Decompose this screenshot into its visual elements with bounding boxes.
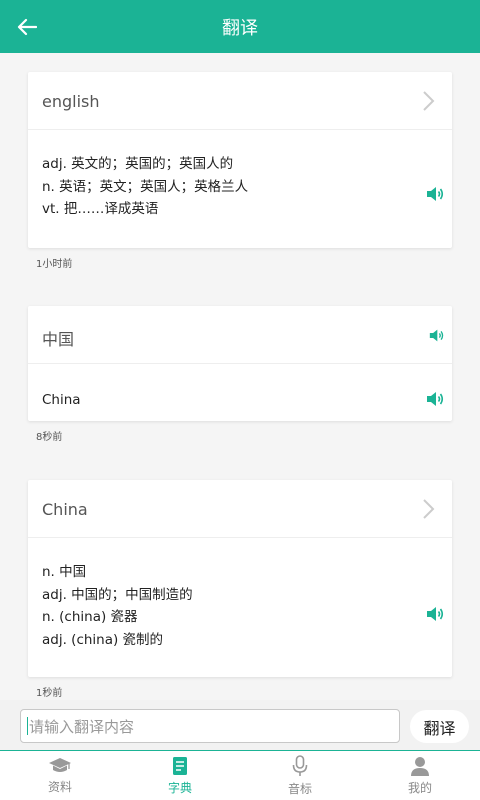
history-card[interactable]: China n. 中国 adj. 中国的；中国制造的 n. (china) 瓷器… [28, 480, 452, 677]
tab-phonetics[interactable]: 音标 [240, 751, 360, 800]
user-icon [411, 756, 429, 776]
speaker-icon[interactable] [426, 605, 444, 623]
tab-label: 我的 [407, 780, 432, 795]
speaker-icon[interactable] [426, 390, 444, 408]
translate-button[interactable]: 翻译 [410, 710, 469, 743]
text-caret [27, 717, 28, 735]
speaker-icon[interactable] [426, 185, 444, 203]
chevron-right-icon[interactable] [420, 89, 438, 113]
timestamp: 1秒前 [36, 688, 63, 699]
translate-input[interactable]: 请输入翻译内容 [20, 709, 400, 743]
tab-label: 字典 [167, 780, 192, 795]
tab-profile[interactable]: 我的 [360, 751, 480, 800]
speaker-icon[interactable] [429, 328, 444, 343]
source-word: 中国 [42, 330, 75, 349]
arrow-left-icon [17, 18, 37, 36]
back-button[interactable] [10, 10, 44, 44]
source-word: english [42, 92, 100, 111]
page-title: 翻译 [222, 17, 258, 39]
tab-materials[interactable]: 资料 [0, 751, 120, 800]
definition-line: n. (china) 瓷器 [42, 609, 138, 625]
bottom-tab-bar: 资料 字典 音标 我的 [0, 750, 480, 800]
definition-list: n. 中国 adj. 中国的；中国制造的 n. (china) 瓷器 adj. … [42, 561, 193, 651]
definition-list: adj. 英文的；英国的；英国人的 n. 英语；英文；英国人；英格兰人 vt. … [42, 153, 248, 221]
definition-line: vt. 把……译成英语 [42, 201, 159, 217]
microphone-icon [292, 754, 308, 776]
timestamp: 8秒前 [36, 432, 63, 443]
timestamp: 1小时前 [36, 259, 73, 270]
definition-line: adj. 中国的；中国制造的 [42, 586, 193, 603]
definition-line: adj. (china) 瓷制的 [42, 631, 164, 648]
card-header[interactable]: 中国 [28, 306, 452, 364]
definition-line: n. 中国 [42, 564, 87, 580]
history-list[interactable]: english adj. 英文的；英国的；英国人的 n. 英语；英文；英国人；英… [0, 53, 480, 700]
tab-dictionary[interactable]: 字典 [120, 751, 240, 800]
document-icon [173, 756, 187, 775]
graduation-cap-icon [49, 757, 71, 772]
chevron-right-icon[interactable] [420, 497, 438, 521]
definition-line: China [42, 392, 81, 408]
definition-line: adj. 英文的；英国的；英国人的 [42, 156, 234, 172]
input-placeholder: 请输入翻译内容 [29, 717, 135, 736]
history-card[interactable]: 中国 China [28, 306, 452, 421]
definition-list: China [42, 389, 81, 412]
definition-line: n. 英语；英文；英国人；英格兰人 [42, 178, 249, 195]
card-header[interactable]: english [28, 72, 452, 130]
history-card[interactable]: english adj. 英文的；英国的；英国人的 n. 英语；英文；英国人；英… [28, 72, 452, 248]
app-header: 翻译 [0, 0, 480, 53]
card-header[interactable]: China [28, 480, 452, 538]
tab-label: 音标 [287, 781, 312, 796]
source-word: China [42, 500, 88, 519]
tab-label: 资料 [47, 779, 72, 794]
